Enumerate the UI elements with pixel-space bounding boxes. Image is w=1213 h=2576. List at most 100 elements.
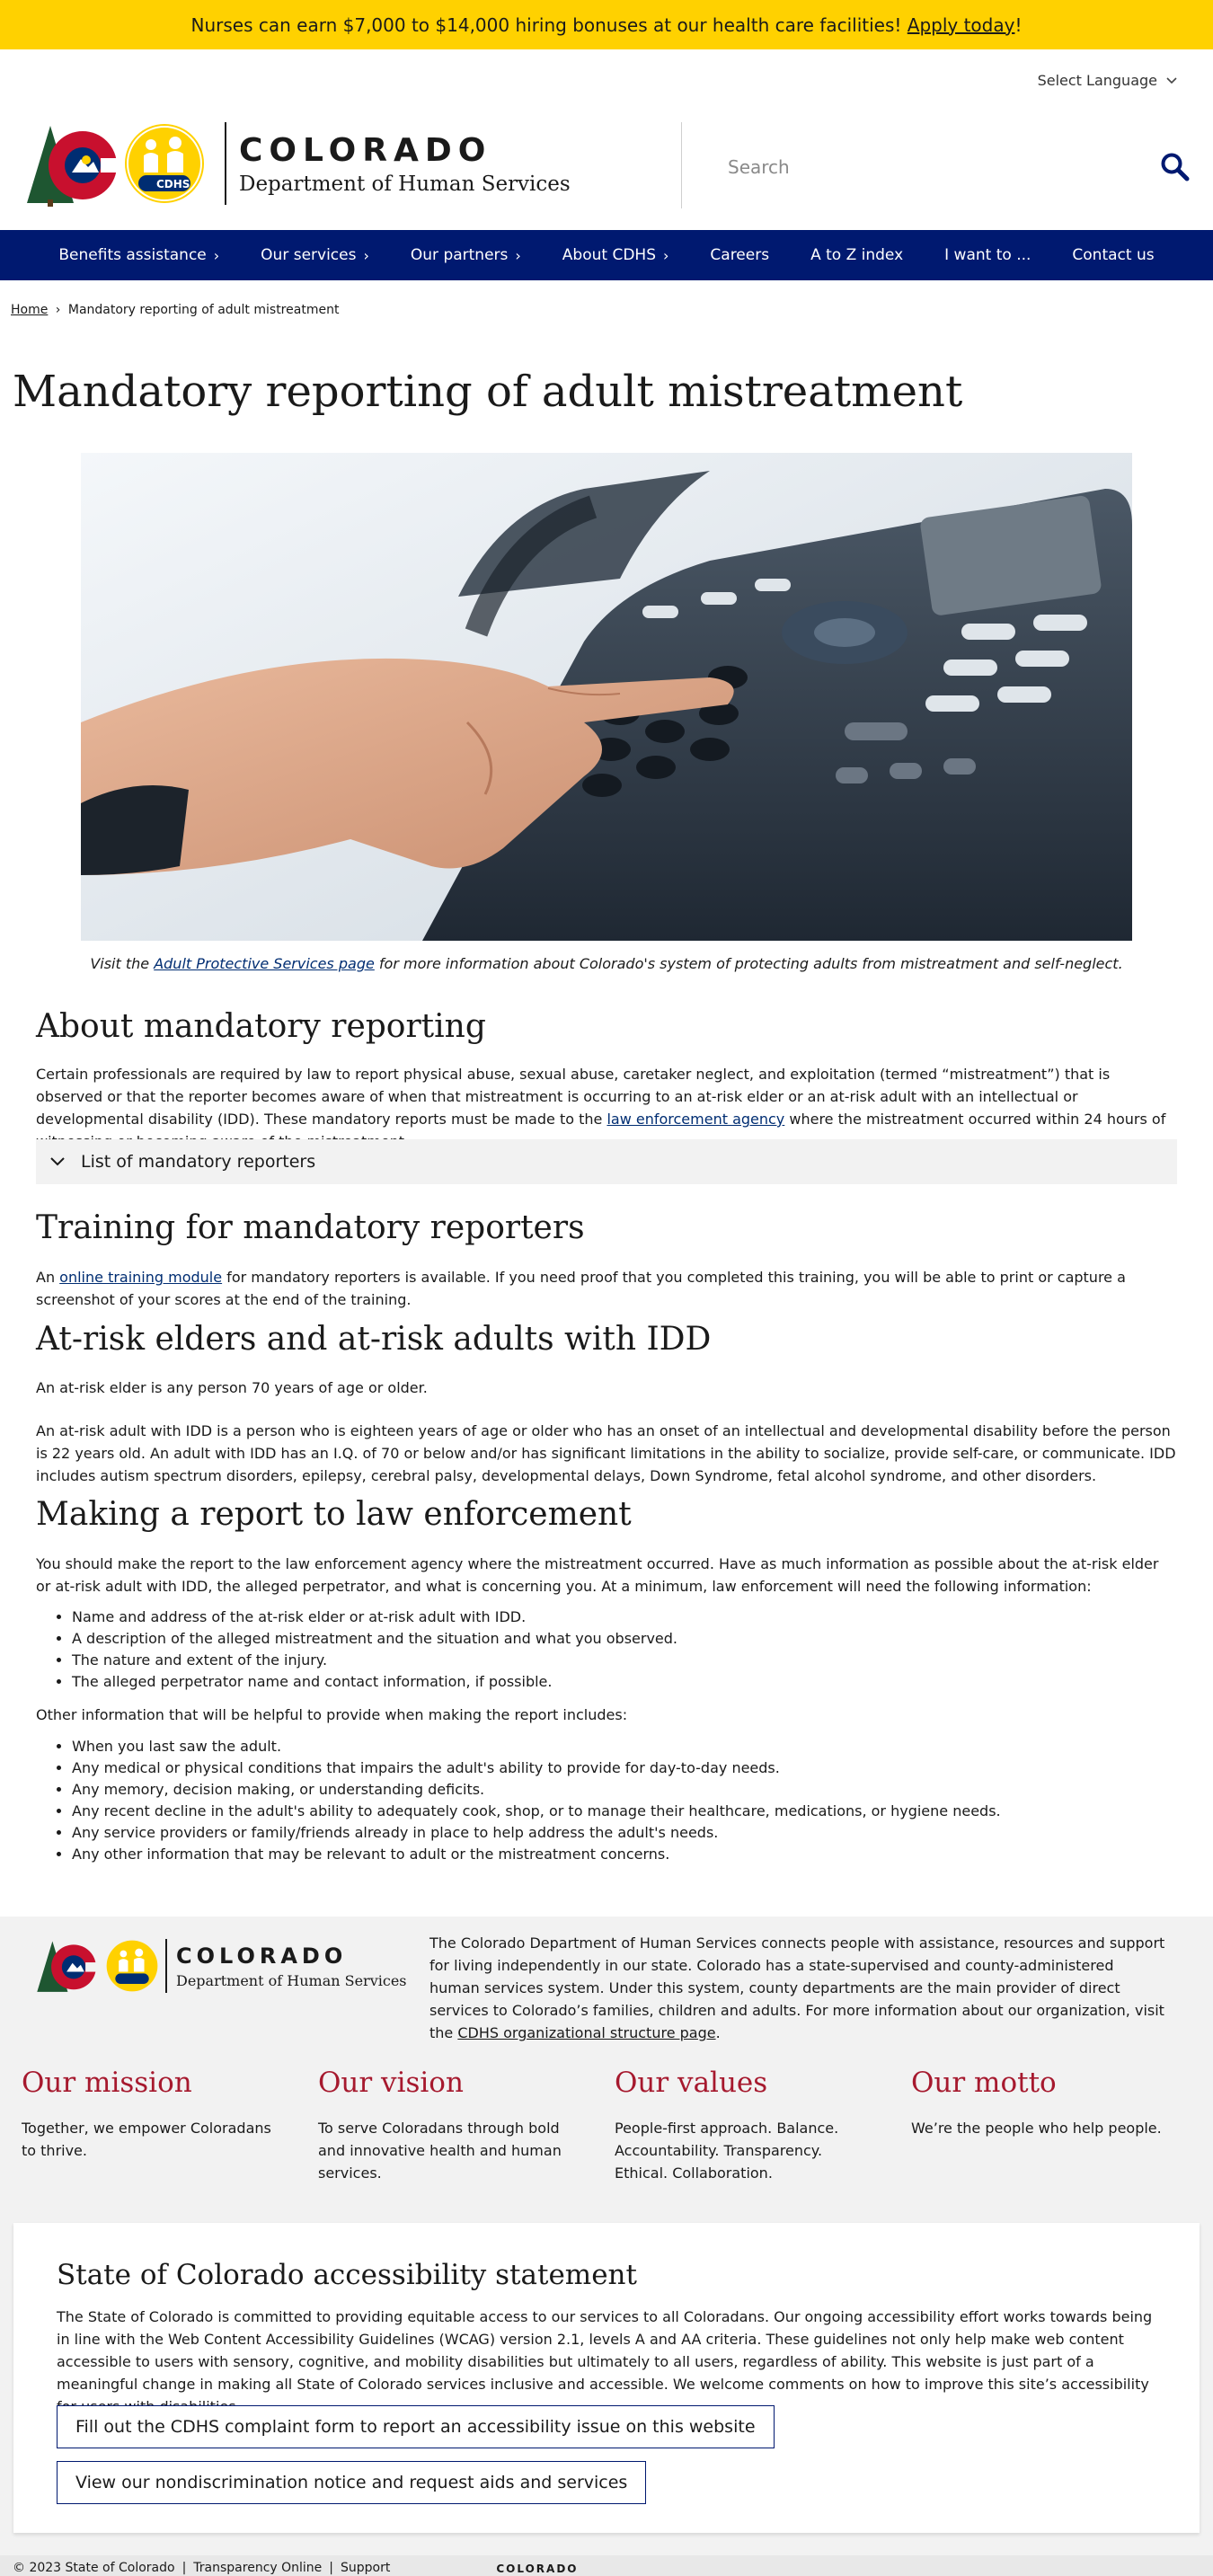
- list-item: Name and address of the at-risk elder or…: [72, 1607, 1177, 1628]
- logo-divider: [225, 122, 226, 205]
- footer-about-part: .: [715, 2024, 721, 2041]
- training-text-part: An: [36, 1269, 60, 1286]
- other-info-intro: Other information that will be helpful t…: [36, 1706, 628, 1723]
- training-text: An online training module for mandatory …: [36, 1266, 1177, 1311]
- motto-text: We’re the people who help people.: [911, 2120, 1162, 2137]
- nav-label: Careers: [710, 246, 770, 264]
- about-heading: About mandatory reporting: [36, 1008, 486, 1045]
- logo-text: COLORADO Department of Human Services: [239, 132, 571, 196]
- footer-logo-department: Department of Human Services: [176, 1971, 407, 1989]
- apply-today-link[interactable]: Apply today: [908, 14, 1015, 36]
- list-item: Any service providers or family/friends …: [72, 1822, 1177, 1844]
- accessibility-statement-card: State of Colorado accessibility statemen…: [13, 2223, 1200, 2533]
- breadcrumb-current: Mandatory reporting of adult mistreatmen…: [67, 303, 340, 317]
- logo-colorado: COLORADO: [239, 131, 492, 169]
- chevron-right-icon: ›: [663, 246, 669, 264]
- report-intro: You should make the report to the law en…: [36, 1555, 1159, 1595]
- footer-mission: Our mission Together, we empower Colorad…: [22, 2067, 282, 2162]
- site-logo[interactable]: CDHS COLORADO Department of Human Servic…: [25, 119, 571, 208]
- footer-logo[interactable]: COLORADO Department of Human Services: [36, 1936, 407, 1996]
- mission-text: Together, we empower Coloradans to thriv…: [22, 2120, 271, 2159]
- alert-text: Nurses can earn $7,000 to $14,000 hiring…: [190, 13, 902, 36]
- nav-label: Benefits assistance: [58, 246, 207, 264]
- nondiscrimination-label: View our nondiscrimination notice and re…: [75, 2473, 628, 2492]
- list-item: A description of the alleged mistreatmen…: [72, 1628, 1177, 1650]
- language-selector[interactable]: Select Language: [1038, 72, 1177, 89]
- transparency-online-link[interactable]: Transparency Online: [193, 2561, 322, 2575]
- footer-about-text: The Colorado Department of Human Service…: [429, 1932, 1166, 2044]
- atrisk-p1: An at-risk elder is any person 70 years …: [36, 1379, 428, 1396]
- nav-benefits-assistance[interactable]: Benefits assistance ›: [38, 246, 240, 264]
- vision-heading: Our vision: [318, 2067, 464, 2099]
- values-text: People-first approach. Balance. Accounta…: [615, 2120, 839, 2182]
- image-caption: Visit the Adult Protective Services page…: [0, 955, 1213, 972]
- nav-contact-us[interactable]: Contact us: [1051, 246, 1174, 264]
- accessibility-heading: State of Colorado accessibility statemen…: [57, 2259, 637, 2291]
- list-item: Any other information that may be releva…: [72, 1844, 1177, 1865]
- footer-motto: Our motto We’re the people who help peop…: [911, 2067, 1172, 2139]
- breadcrumb: Home › Mandatory reporting of adult mist…: [11, 303, 339, 317]
- list-item: The alleged perpetrator name and contact…: [72, 1671, 1177, 1693]
- nav-our-partners[interactable]: Our partners ›: [390, 246, 542, 264]
- nav-label: A to Z index: [810, 246, 904, 264]
- other-info-list: When you last saw the adult. Any medical…: [72, 1736, 1177, 1865]
- nav-label: Our services: [261, 246, 357, 264]
- main-navigation: Benefits assistance › Our services › Our p…: [0, 230, 1213, 280]
- law-enforcement-agency-link[interactable]: law enforcement agency: [606, 1111, 784, 1128]
- search-icon[interactable]: [1159, 151, 1191, 183]
- caption-text: Visit the: [90, 955, 155, 972]
- nav-label: Our partners: [410, 246, 509, 264]
- list-item: When you last saw the adult.: [72, 1736, 1177, 1757]
- footer-values: Our values People-first approach. Balanc…: [615, 2067, 875, 2184]
- language-label: Select Language: [1037, 72, 1157, 89]
- list-item: The nature and extent of the injury.: [72, 1650, 1177, 1671]
- nav-i-want-to[interactable]: I want to ...: [924, 246, 1051, 264]
- support-link[interactable]: Support: [341, 2561, 390, 2575]
- colorado-c-logo: [37, 1941, 103, 1992]
- report-heading: Making a report to law enforcement: [36, 1496, 632, 1533]
- accessibility-text: The State of Colorado is committed to pr…: [57, 2308, 1153, 2415]
- nav-a-to-z-index[interactable]: A to Z index: [790, 246, 924, 264]
- complaint-form-button[interactable]: Fill out the CDHS complaint form to repo…: [57, 2405, 775, 2448]
- alert-banner: Nurses can earn $7,000 to $14,000 hiring…: [0, 0, 1213, 49]
- cdhs-badge: [106, 1940, 158, 1992]
- nav-our-services[interactable]: Our services ›: [240, 246, 390, 264]
- nav-label: Contact us: [1072, 246, 1155, 264]
- adult-protective-services-link[interactable]: Adult Protective Services page: [154, 955, 375, 972]
- list-item: Any memory, decision making, or understa…: [72, 1779, 1177, 1801]
- copyright: © 2023 State of Colorado: [13, 2561, 175, 2575]
- footer-logo-text: COLORADO Department of Human Services: [176, 1943, 407, 1989]
- header-divider: [681, 122, 682, 208]
- nav-label: About CDHS: [562, 246, 656, 264]
- mandatory-reporters-accordion[interactable]: List of mandatory reporters: [36, 1139, 1177, 1184]
- chevron-right-icon: ›: [515, 246, 521, 264]
- chevron-right-icon: ›: [363, 246, 369, 264]
- cdhs-badge-text: CDHS: [156, 178, 190, 190]
- caption-text: for more information about Colorado's sy…: [374, 955, 1123, 972]
- footer-vision: Our vision To serve Coloradans through b…: [318, 2067, 579, 2184]
- chevron-right-icon: ›: [213, 246, 220, 264]
- breadcrumb-home-link[interactable]: Home: [11, 303, 48, 317]
- breadcrumb-separator: ›: [55, 303, 61, 317]
- nav-about-cdhs[interactable]: About CDHS ›: [542, 246, 690, 264]
- cdhs-org-structure-link[interactable]: CDHS organizational structure page: [457, 2024, 715, 2041]
- separator: |: [329, 2561, 334, 2575]
- atrisk-heading: At-risk elders and at-risk adults with I…: [36, 1321, 712, 1358]
- list-item: Any recent decline in the adult's abilit…: [72, 1801, 1177, 1822]
- nav-careers[interactable]: Careers: [689, 246, 790, 264]
- complaint-form-label: Fill out the CDHS complaint form to repo…: [75, 2417, 756, 2437]
- required-info-list: Name and address of the at-risk elder or…: [72, 1607, 1177, 1693]
- chevron-down-icon: [1166, 76, 1177, 84]
- colorado-c-logo: CDHS: [25, 119, 204, 208]
- chevron-down-icon: [50, 1157, 65, 1166]
- nondiscrimination-button[interactable]: View our nondiscrimination notice and re…: [57, 2461, 647, 2504]
- motto-heading: Our motto: [911, 2067, 1057, 2099]
- training-heading: Training for mandatory reporters: [36, 1209, 585, 1246]
- footer-logo-colorado: COLORADO: [176, 1943, 348, 1969]
- logo-department: Department of Human Services: [239, 172, 571, 196]
- search-input[interactable]: [728, 149, 1123, 185]
- online-training-module-link[interactable]: online training module: [59, 1269, 222, 1286]
- logo-divider: [165, 1939, 167, 1993]
- cdhs-badge: [125, 124, 204, 203]
- mission-heading: Our mission: [22, 2067, 192, 2099]
